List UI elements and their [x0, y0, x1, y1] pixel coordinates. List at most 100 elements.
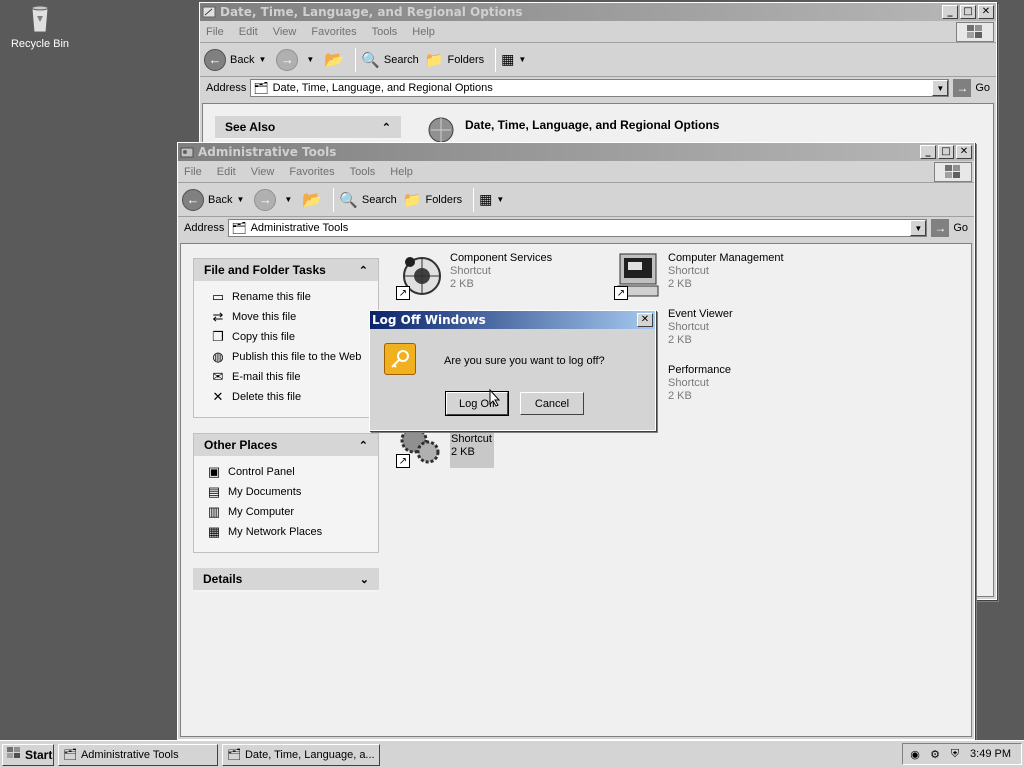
up-folder-icon: 📂	[302, 191, 323, 209]
back-button[interactable]: ← Back ▼	[182, 188, 248, 211]
menu-view[interactable]: View	[273, 26, 297, 38]
admin-tools-window[interactable]: Administrative Tools _ □ ✕ File Edit Vie…	[177, 142, 975, 740]
go-label: Go	[975, 82, 990, 94]
copy-file-link[interactable]: ❐ Copy this file	[194, 327, 378, 347]
log-off-dialog[interactable]: Log Off Windows ✕ Are you sure you want …	[369, 310, 656, 431]
my-network-places-link[interactable]: ▦ My Network Places	[194, 522, 378, 542]
connection-tray-icon[interactable]: ⚙	[927, 746, 943, 762]
component-services-item[interactable]: ↗ Component Services Shortcut 2 KB	[396, 252, 552, 300]
network-tray-icon[interactable]: ◉	[907, 746, 923, 762]
shortcut-arrow-icon: ↗	[614, 286, 628, 300]
toolbar-separator	[473, 187, 475, 212]
menu-file[interactable]: File	[206, 26, 224, 38]
toolbar-separator	[495, 47, 497, 72]
up-folder-button[interactable]: 📂	[302, 190, 322, 210]
log-off-titlebar[interactable]: Log Off Windows ✕	[370, 311, 655, 329]
minimize-button[interactable]: _	[920, 145, 936, 159]
search-label: Search	[361, 193, 397, 206]
address-bar: Address 🗂 Date, Time, Language, and Regi…	[200, 77, 996, 99]
control-panel-icon: ▣	[207, 464, 221, 479]
go-button[interactable]: → Go	[953, 79, 990, 97]
other-places-title: Other Places	[204, 438, 278, 452]
expand-icon: ⌄	[359, 573, 369, 586]
menu-file[interactable]: File	[184, 166, 202, 178]
search-label: Search	[383, 53, 419, 66]
publish-file-link[interactable]: ◍ Publish this file to the Web	[194, 347, 378, 367]
see-also-header[interactable]: See Also ⌃	[215, 116, 401, 138]
component-services-icon: ↗	[396, 252, 444, 300]
search-button[interactable]: 🔍 Search	[339, 191, 397, 209]
menu-favorites[interactable]: Favorites	[289, 166, 334, 178]
views-icon: ▦	[479, 191, 493, 207]
close-button[interactable]: ✕	[637, 313, 653, 327]
views-button[interactable]: ▦ ▼	[501, 51, 530, 68]
menu-edit[interactable]: Edit	[239, 26, 258, 38]
search-button[interactable]: 🔍 Search	[361, 51, 419, 69]
clock[interactable]: 3:49 PM	[970, 748, 1011, 760]
menu-help[interactable]: Help	[412, 26, 435, 38]
up-folder-button[interactable]: 📂	[324, 50, 344, 70]
maximize-button[interactable]: □	[960, 5, 976, 19]
maximize-button[interactable]: □	[938, 145, 954, 159]
file-tasks-title: File and Folder Tasks	[204, 263, 326, 277]
my-documents-link[interactable]: ▤ My Documents	[194, 482, 378, 502]
recycle-bin-icon	[24, 2, 56, 34]
see-also-title: See Also	[225, 120, 276, 134]
menu-tools[interactable]: Tools	[372, 26, 398, 38]
menu-view[interactable]: View	[251, 166, 275, 178]
publish-label: Publish this file to the Web	[232, 351, 362, 363]
globe-icon: ◍	[212, 349, 224, 364]
control-panel-link[interactable]: ▣ Control Panel	[194, 462, 378, 482]
file-size: 2 KB	[450, 278, 474, 290]
file-size: 2 KB	[668, 390, 692, 402]
date-time-titlebar[interactable]: Date, Time, Language, and Regional Optio…	[200, 3, 996, 21]
task-date-time[interactable]: 🗂 Date, Time, Language, a...	[222, 743, 380, 766]
delete-file-link[interactable]: ✕ Delete this file	[194, 387, 378, 407]
go-button[interactable]: → Go	[931, 219, 968, 237]
address-label: Address	[206, 82, 247, 94]
other-places-header[interactable]: Other Places ⌃	[194, 434, 378, 456]
computer-icon: ▥	[207, 504, 221, 519]
email-file-link[interactable]: ✉ E-mail this file	[194, 367, 378, 387]
menu-help[interactable]: Help	[390, 166, 413, 178]
start-button[interactable]: Start	[2, 743, 54, 766]
close-button[interactable]: ✕	[978, 5, 994, 19]
menu-edit[interactable]: Edit	[217, 166, 236, 178]
file-size: 2 KB	[668, 278, 692, 290]
rename-file-link[interactable]: ▭ Rename this file	[194, 287, 378, 307]
task-date-time-label: Date, Time, Language, a...	[244, 748, 375, 761]
folders-icon: 📁	[402, 191, 422, 209]
back-button[interactable]: ← Back ▼	[204, 48, 270, 71]
views-button[interactable]: ▦ ▼	[479, 191, 508, 208]
mouse-cursor-icon	[489, 388, 501, 410]
move-file-link[interactable]: ⇄ Move this file	[194, 307, 378, 327]
menu-favorites[interactable]: Favorites	[311, 26, 356, 38]
file-tasks-header[interactable]: File and Folder Tasks ⌃	[194, 259, 378, 281]
address-dropdown-button[interactable]: ▼	[932, 80, 949, 96]
address-label: Address	[184, 222, 225, 234]
minimize-button[interactable]: _	[942, 5, 958, 19]
details-pane: Details ⌄	[193, 568, 379, 592]
admin-tools-titlebar[interactable]: Administrative Tools _ □ ✕	[178, 143, 974, 161]
address-dropdown-button[interactable]: ▼	[910, 220, 927, 236]
security-shield-icon[interactable]: ⛨	[947, 746, 963, 762]
folders-button[interactable]: 📁 Folders	[425, 51, 484, 69]
address-field[interactable]: 🗂 Date, Time, Language, and Regional Opt…	[250, 79, 950, 97]
delete-icon: ✕	[212, 389, 224, 404]
go-arrow-icon: →	[953, 79, 972, 97]
computer-management-item[interactable]: ↗ Computer Management Shortcut 2 KB	[614, 252, 784, 300]
task-admin-tools[interactable]: 🗂 Administrative Tools	[58, 743, 218, 766]
file-name: Event Viewer	[668, 308, 733, 320]
admin-tools-icon: 🗂	[231, 221, 247, 235]
folders-icon: 📁	[424, 51, 444, 69]
menu-tools[interactable]: Tools	[350, 166, 376, 178]
address-field[interactable]: 🗂 Administrative Tools ▼	[228, 219, 928, 237]
forward-button[interactable]: → ▼	[254, 188, 296, 211]
forward-button[interactable]: → ▼	[276, 48, 318, 71]
details-header[interactable]: Details ⌄	[193, 568, 379, 590]
cancel-button[interactable]: Cancel	[520, 392, 584, 415]
my-computer-link[interactable]: ▥ My Computer	[194, 502, 378, 522]
close-button[interactable]: ✕	[956, 145, 972, 159]
recycle-bin[interactable]: Recycle Bin	[8, 2, 72, 50]
folders-button[interactable]: 📁 Folders	[403, 191, 462, 209]
